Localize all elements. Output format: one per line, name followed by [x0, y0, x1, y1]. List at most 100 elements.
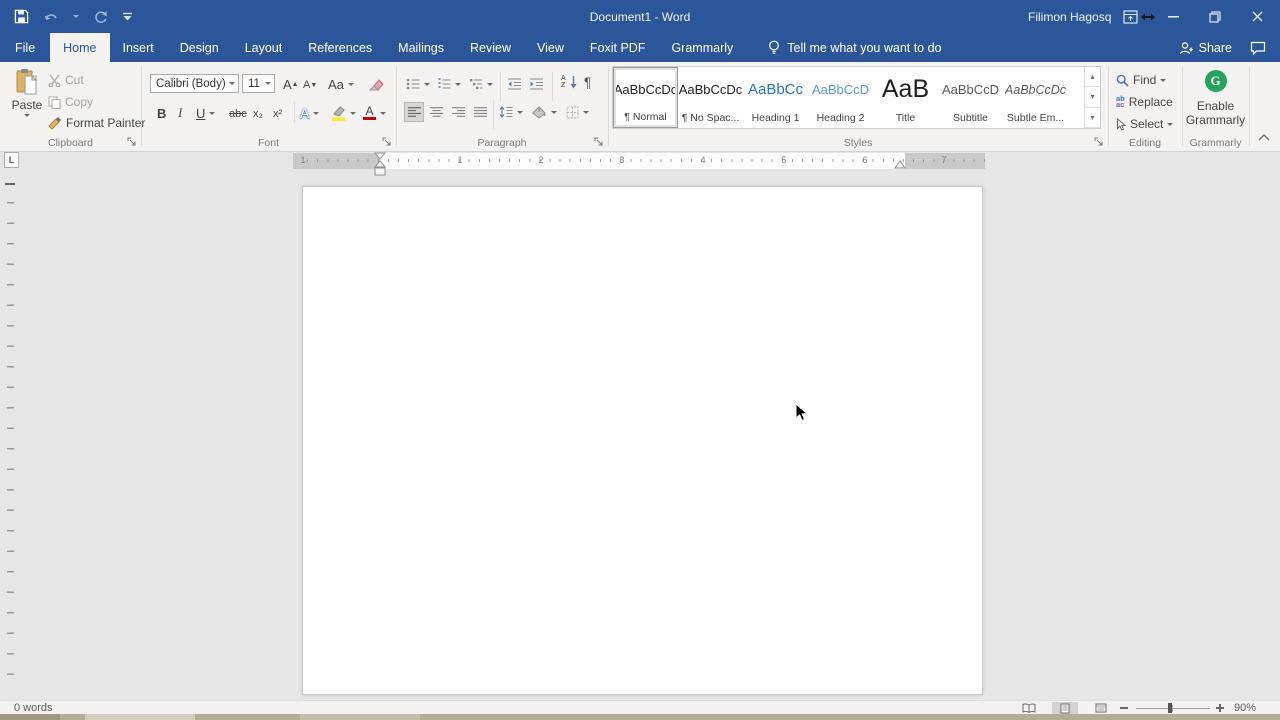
- signed-in-user[interactable]: Filimon Hagosq: [1028, 0, 1111, 33]
- indent-markers[interactable]: [373, 152, 387, 177]
- horizontal-ruler[interactable]: 1 1 2 3 4 5 6 7: [293, 153, 985, 169]
- style-subtitle[interactable]: AaBbCcD Subtitle: [938, 67, 1003, 128]
- share-button[interactable]: Share: [1179, 41, 1232, 55]
- web-layout-button[interactable]: [1088, 702, 1114, 714]
- numbering-button[interactable]: [437, 74, 461, 94]
- style-preview: AaB: [882, 67, 929, 112]
- text-highlight-button[interactable]: [331, 103, 356, 123]
- change-case-button[interactable]: Aa: [328, 74, 354, 94]
- cut-button[interactable]: Cut: [48, 70, 84, 90]
- tab-grammarly[interactable]: Grammarly: [658, 33, 746, 62]
- undo-dropdown-caret[interactable]: [73, 15, 79, 21]
- strikethrough-button[interactable]: abc: [229, 104, 247, 124]
- shading-caret: [551, 111, 557, 117]
- document-page[interactable]: [302, 186, 983, 695]
- text-effects-caret: [313, 112, 319, 118]
- justify-button[interactable]: [470, 102, 490, 122]
- bullets-button[interactable]: [406, 74, 430, 94]
- decrease-indent-button[interactable]: [507, 74, 522, 94]
- tab-references[interactable]: References: [295, 33, 385, 62]
- paint-bucket-icon: [532, 106, 547, 119]
- replace-button[interactable]: ab ac Replace: [1116, 92, 1173, 112]
- sort-button[interactable]: A Z: [561, 72, 577, 92]
- text-effects-button[interactable]: A: [300, 103, 319, 123]
- mouse-cursor: [795, 403, 808, 422]
- style-preview: AaBbCcD: [942, 67, 999, 112]
- tab-mailings[interactable]: Mailings: [385, 33, 457, 62]
- copy-button[interactable]: Copy: [48, 92, 93, 112]
- tab-selector[interactable]: L: [4, 152, 19, 168]
- shading-button[interactable]: [532, 102, 557, 122]
- redo-icon[interactable]: [93, 9, 108, 24]
- clipboard-dialog-launcher-icon[interactable]: [127, 137, 137, 147]
- find-button[interactable]: Find: [1116, 70, 1166, 90]
- tab-insert[interactable]: Insert: [110, 33, 167, 62]
- style-heading1[interactable]: AaBbCc Heading 1: [743, 67, 808, 128]
- right-indent-marker[interactable]: [894, 160, 906, 169]
- tab-review[interactable]: Review: [457, 33, 524, 62]
- shrink-font-button[interactable]: A▼: [303, 75, 317, 95]
- increase-indent-button[interactable]: [529, 74, 544, 94]
- borders-button[interactable]: [566, 102, 589, 122]
- restore-button[interactable]: [1202, 0, 1228, 33]
- tell-me-box[interactable]: Tell me what you want to do: [756, 33, 953, 62]
- word-count[interactable]: 0 words: [14, 702, 53, 714]
- tab-home[interactable]: Home: [50, 33, 109, 62]
- style-subtle-emphasis[interactable]: AaBbCcDc Subtle Em...: [1003, 67, 1068, 128]
- tab-view[interactable]: View: [524, 33, 577, 62]
- multilevel-list-button[interactable]: [469, 74, 493, 94]
- undo-icon[interactable]: [43, 10, 59, 24]
- comments-icon[interactable]: [1250, 41, 1266, 55]
- italic-button[interactable]: I: [178, 103, 182, 123]
- styles-gallery-more-icon[interactable]: ▾: [1085, 108, 1100, 128]
- styles-scroll-up-icon[interactable]: ▴: [1085, 67, 1100, 87]
- multilevel-list-icon: [469, 78, 483, 90]
- font-dialog-launcher-icon[interactable]: [382, 137, 392, 147]
- font-color-button[interactable]: A: [363, 103, 386, 123]
- subscript-button[interactable]: x₂: [253, 104, 263, 124]
- align-left-button[interactable]: [404, 102, 424, 122]
- collapse-ribbon-icon[interactable]: [1258, 134, 1270, 141]
- zoom-level[interactable]: 90%: [1234, 701, 1256, 715]
- styles-scroll-down-icon[interactable]: ▾: [1085, 87, 1100, 107]
- enable-grammarly-button[interactable]: G Enable Grammarly: [1182, 70, 1249, 127]
- superscript-button[interactable]: x²: [273, 104, 282, 124]
- bold-button[interactable]: B: [157, 103, 166, 123]
- styles-dialog-launcher-icon[interactable]: [1094, 137, 1104, 147]
- align-center-button[interactable]: [426, 102, 446, 122]
- style-normal[interactable]: AaBbCcDc ¶ Normal: [613, 67, 678, 128]
- clear-formatting-button[interactable]: [369, 74, 384, 94]
- format-painter-button[interactable]: Format Painter: [48, 113, 145, 133]
- grow-font-button[interactable]: A▲: [283, 74, 299, 94]
- close-button[interactable]: [1244, 0, 1270, 33]
- font-family-combobox[interactable]: Calibri (Body): [150, 74, 239, 93]
- tab-design[interactable]: Design: [167, 33, 232, 62]
- select-button[interactable]: Select: [1116, 114, 1173, 134]
- tab-foxit-pdf[interactable]: Foxit PDF: [577, 33, 659, 62]
- show-formatting-button[interactable]: ¶: [584, 72, 592, 92]
- zoom-out-button[interactable]: [1120, 707, 1128, 709]
- grammarly-logo-icon: G: [1205, 70, 1227, 92]
- align-right-button[interactable]: [448, 102, 468, 122]
- share-label: Share: [1199, 41, 1232, 55]
- paste-button[interactable]: Paste: [8, 68, 46, 132]
- style-no-spacing[interactable]: AaBbCcDc ¶ No Spac...: [678, 67, 743, 128]
- line-spacing-button[interactable]: [499, 102, 523, 122]
- tab-file[interactable]: File: [0, 33, 50, 62]
- style-heading2[interactable]: AaBbCcD Heading 2: [808, 67, 873, 128]
- tab-layout[interactable]: Layout: [232, 33, 296, 62]
- style-label: ¶ Normal: [624, 111, 666, 123]
- font-size-combobox[interactable]: 11: [242, 74, 275, 93]
- zoom-slider-thumb[interactable]: [1168, 703, 1172, 713]
- print-layout-button[interactable]: [1052, 702, 1078, 714]
- style-title[interactable]: AaB Title: [873, 67, 938, 128]
- paragraph-dialog-launcher-icon[interactable]: [594, 137, 604, 147]
- zoom-slider-track[interactable]: [1136, 708, 1210, 709]
- save-icon[interactable]: [14, 9, 29, 24]
- minimize-button[interactable]: [1160, 0, 1186, 33]
- customize-qat-icon[interactable]: [122, 12, 133, 22]
- vertical-ruler[interactable]: [7, 183, 14, 688]
- read-mode-button[interactable]: [1016, 702, 1042, 714]
- shrink-font-icon: A: [303, 79, 310, 91]
- underline-button[interactable]: U: [196, 103, 215, 123]
